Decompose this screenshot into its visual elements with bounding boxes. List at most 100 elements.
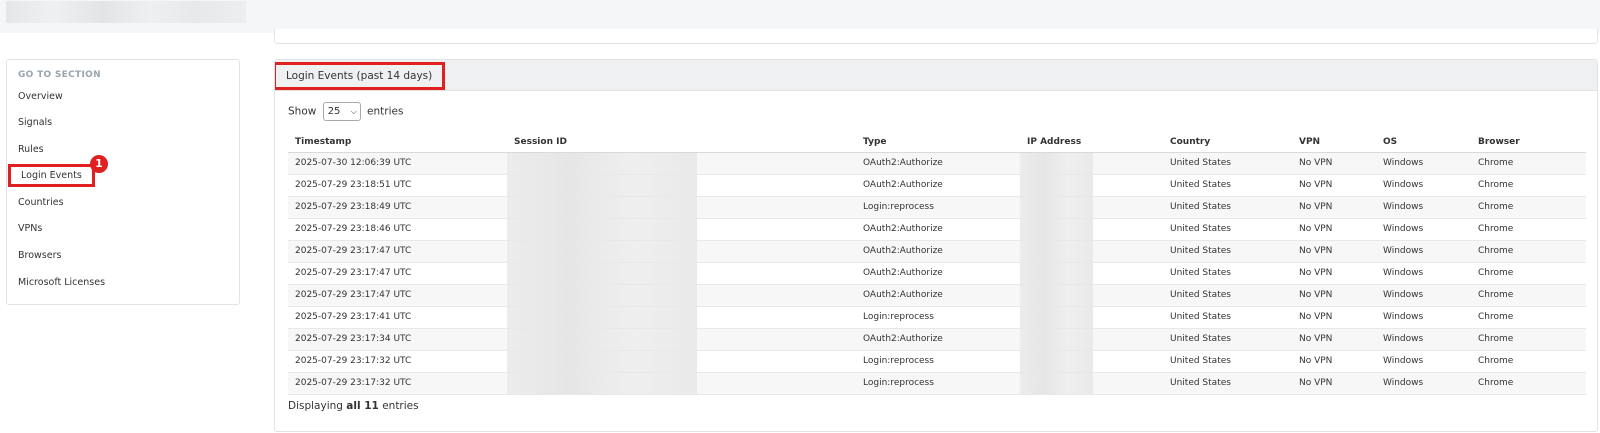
cell-ip-address-redaction <box>1020 174 1093 196</box>
cell-country: United States <box>1163 174 1292 197</box>
column-header-session-id[interactable]: Session ID <box>507 133 856 153</box>
cell-type: Login:reprocess <box>856 196 1020 219</box>
cell-type: OAuth2:Authorize <box>856 284 1020 307</box>
cell-country: United States <box>1163 306 1292 329</box>
table-row: 2025-07-29 23:17:32 UTC Login:reprocess Un… <box>288 372 1586 395</box>
sidebar-item-vpns[interactable]: VPNs <box>18 223 42 234</box>
cell-browser: Chrome <box>1471 218 1586 241</box>
cell-country: United States <box>1163 350 1292 373</box>
page-length-control: Show 25 ⌵ entries <box>288 102 403 121</box>
cell-ip-address <box>1020 306 1163 329</box>
cell-session-id-redaction <box>507 152 697 174</box>
cell-timestamp: 2025-07-29 23:18:49 UTC <box>288 196 507 219</box>
sidebar-item-microsoft-licenses[interactable]: Microsoft Licenses <box>18 277 105 288</box>
column-header-type[interactable]: Type <box>856 133 1020 153</box>
cell-browser: Chrome <box>1471 196 1586 219</box>
cell-ip-address-redaction <box>1020 196 1093 218</box>
login-events-panel: Login Events (past 14 days) Show 25 ⌵ ent… <box>274 59 1598 432</box>
page-size-value: 25 <box>327 106 341 117</box>
cell-os: Windows <box>1376 328 1471 351</box>
table-row: 2025-07-30 12:06:39 UTC OAuth2:Authorize U… <box>288 152 1586 175</box>
cell-vpn: No VPN <box>1292 174 1376 197</box>
cell-ip-address <box>1020 240 1163 263</box>
cell-session-id <box>507 372 856 395</box>
cell-timestamp: 2025-07-29 23:18:46 UTC <box>288 218 507 241</box>
cell-session-id-redaction <box>507 372 697 394</box>
cell-timestamp: 2025-07-29 23:17:47 UTC <box>288 284 507 307</box>
show-label: Show <box>288 105 317 118</box>
column-header-timestamp[interactable]: Timestamp <box>288 133 507 153</box>
cell-session-id <box>507 152 856 175</box>
previous-panel-edge <box>274 29 1598 44</box>
cell-vpn: No VPN <box>1292 350 1376 373</box>
sidebar-item-signals[interactable]: Signals <box>18 117 52 128</box>
cell-timestamp: 2025-07-29 23:17:47 UTC <box>288 240 507 263</box>
cell-os: Windows <box>1376 350 1471 373</box>
cell-timestamp: 2025-07-29 23:18:51 UTC <box>288 174 507 197</box>
table-header-row: Timestamp Session ID Type IP Address Cou… <box>288 133 1586 153</box>
cell-browser: Chrome <box>1471 328 1586 351</box>
cell-country: United States <box>1163 262 1292 285</box>
cell-country: United States <box>1163 328 1292 351</box>
cell-session-id-redaction <box>507 218 697 240</box>
table-row: 2025-07-29 23:18:46 UTC OAuth2:Authorize U… <box>288 218 1586 241</box>
sidebar-item-login-events[interactable]: Login Events <box>8 164 95 187</box>
sidebar-item-overview[interactable]: Overview <box>18 91 63 102</box>
cell-session-id-redaction <box>507 328 697 350</box>
table-row: 2025-07-29 23:18:49 UTC Login:reprocess Un… <box>288 196 1586 219</box>
cell-country: United States <box>1163 152 1292 175</box>
cell-timestamp: 2025-07-29 23:17:32 UTC <box>288 350 507 373</box>
column-header-browser[interactable]: Browser <box>1471 133 1586 153</box>
table-row: 2025-07-29 23:18:51 UTC OAuth2:Authorize U… <box>288 174 1586 197</box>
cell-session-id <box>507 218 856 241</box>
panel-title: Login Events (past 14 days) <box>275 62 446 90</box>
cell-country: United States <box>1163 218 1292 241</box>
sidebar-item-rules[interactable]: Rules <box>18 144 44 155</box>
cell-session-id <box>507 196 856 219</box>
cell-ip-address <box>1020 152 1163 175</box>
cell-ip-address <box>1020 284 1163 307</box>
cell-type: OAuth2:Authorize <box>856 174 1020 197</box>
cell-browser: Chrome <box>1471 174 1586 197</box>
cell-browser: Chrome <box>1471 240 1586 263</box>
cell-ip-address-redaction <box>1020 328 1093 350</box>
cell-ip-address-redaction <box>1020 218 1093 240</box>
cell-os: Windows <box>1376 306 1471 329</box>
panel-header: Login Events (past 14 days) <box>275 60 1597 91</box>
cell-type: OAuth2:Authorize <box>856 262 1020 285</box>
table-info: Displaying all 11 entries <box>288 400 419 412</box>
entries-label: entries <box>367 105 404 118</box>
sidebar-item-countries[interactable]: Countries <box>18 197 64 208</box>
cell-vpn: No VPN <box>1292 152 1376 175</box>
section-nav-heading: GO TO SECTION <box>18 70 101 80</box>
cell-browser: Chrome <box>1471 372 1586 395</box>
cell-vpn: No VPN <box>1292 372 1376 395</box>
column-header-ip-address[interactable]: IP Address <box>1020 133 1163 153</box>
column-header-vpn[interactable]: VPN <box>1292 133 1376 153</box>
table-row: 2025-07-29 23:17:34 UTC OAuth2:Authorize U… <box>288 328 1586 351</box>
cell-session-id-redaction <box>507 174 697 196</box>
cell-session-id-redaction <box>507 350 697 372</box>
cell-session-id-redaction <box>507 284 697 306</box>
cell-session-id-redaction <box>507 240 697 262</box>
cell-ip-address-redaction <box>1020 240 1093 262</box>
page-size-select[interactable]: 25 ⌵ <box>322 102 361 121</box>
chevron-down-icon: ⌵ <box>350 107 357 116</box>
cell-browser: Chrome <box>1471 262 1586 285</box>
table-row: 2025-07-29 23:17:41 UTC Login:reprocess Un… <box>288 306 1586 329</box>
column-header-country[interactable]: Country <box>1163 133 1292 153</box>
cell-session-id <box>507 262 856 285</box>
cell-ip-address-redaction <box>1020 262 1093 284</box>
cell-session-id <box>507 174 856 197</box>
cell-ip-address <box>1020 350 1163 373</box>
cell-browser: Chrome <box>1471 284 1586 307</box>
sidebar-item-browsers[interactable]: Browsers <box>18 250 61 261</box>
cell-browser: Chrome <box>1471 152 1586 175</box>
cell-browser: Chrome <box>1471 306 1586 329</box>
table-row: 2025-07-29 23:17:47 UTC OAuth2:Authorize U… <box>288 240 1586 263</box>
column-header-os[interactable]: OS <box>1376 133 1471 153</box>
info-prefix: Displaying <box>288 400 343 412</box>
cell-session-id <box>507 328 856 351</box>
cell-ip-address-redaction <box>1020 372 1093 394</box>
cell-ip-address-redaction <box>1020 306 1093 328</box>
